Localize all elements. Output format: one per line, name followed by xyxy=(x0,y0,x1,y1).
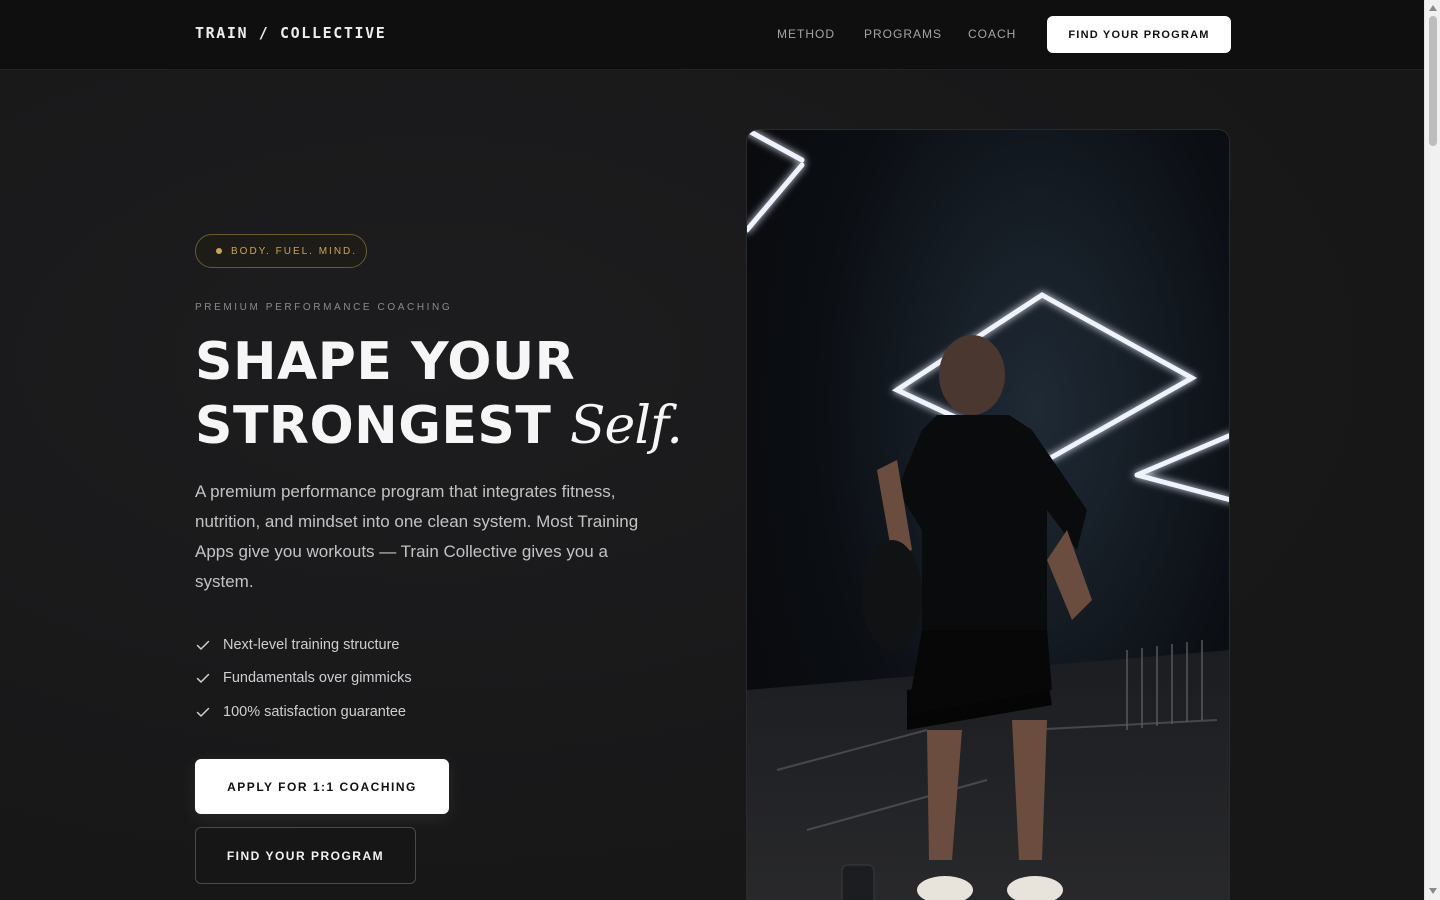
landing-page: TRAIN / COLLECTIVE METHOD PROGRAMS COACH… xyxy=(0,0,1424,900)
feature-item: Fundamentals over gimmicks xyxy=(195,662,412,696)
feature-label: Fundamentals over gimmicks xyxy=(223,670,412,687)
dot-icon xyxy=(216,248,222,254)
feature-label: 100% satisfaction guarantee xyxy=(223,703,406,720)
headline-line-2: STRONGEST xyxy=(195,396,552,456)
scroll-up-icon[interactable] xyxy=(1429,5,1437,11)
scroll-down-icon[interactable] xyxy=(1429,888,1437,894)
badge-label: BODY. FUEL. MIND. xyxy=(231,245,358,257)
feature-item: 100% satisfaction guarantee xyxy=(195,695,412,729)
hero-photo xyxy=(746,129,1230,900)
apply-coaching-button[interactable]: APPLY FOR 1:1 COACHING xyxy=(195,759,449,814)
nav-link-programs[interactable]: PROGRAMS xyxy=(864,27,942,41)
check-icon xyxy=(196,707,210,717)
feature-item: Next-level training structure xyxy=(195,628,412,662)
page-scrollbar[interactable] xyxy=(1424,0,1440,900)
hero-headline: SHAPE YOUR STRONGEST Self. xyxy=(195,330,683,458)
scrollbar-thumb[interactable] xyxy=(1429,16,1437,146)
feature-label: Next-level training structure xyxy=(223,636,400,653)
header-find-program-button[interactable]: FIND YOUR PROGRAM xyxy=(1047,16,1231,53)
site-logo[interactable]: TRAIN / COLLECTIVE xyxy=(195,24,386,42)
nav-link-method[interactable]: METHOD xyxy=(777,27,835,41)
check-icon xyxy=(196,640,210,650)
headline-accent: Self. xyxy=(569,396,683,456)
tagline-badge: BODY. FUEL. MIND. xyxy=(195,234,367,268)
gym-scene-illustration xyxy=(747,130,1229,900)
site-header: TRAIN / COLLECTIVE METHOD PROGRAMS COACH… xyxy=(0,0,1424,70)
find-program-button[interactable]: FIND YOUR PROGRAM xyxy=(195,827,416,884)
hero-eyebrow: PREMIUM PERFORMANCE COACHING xyxy=(195,302,453,313)
hero-description: A premium performance program that integ… xyxy=(195,482,639,591)
nav-link-coach[interactable]: COACH xyxy=(968,27,1016,41)
headline-line-1: SHAPE YOUR xyxy=(195,332,576,392)
feature-list: Next-level training structure Fundamenta… xyxy=(195,628,412,729)
check-icon xyxy=(196,674,210,683)
